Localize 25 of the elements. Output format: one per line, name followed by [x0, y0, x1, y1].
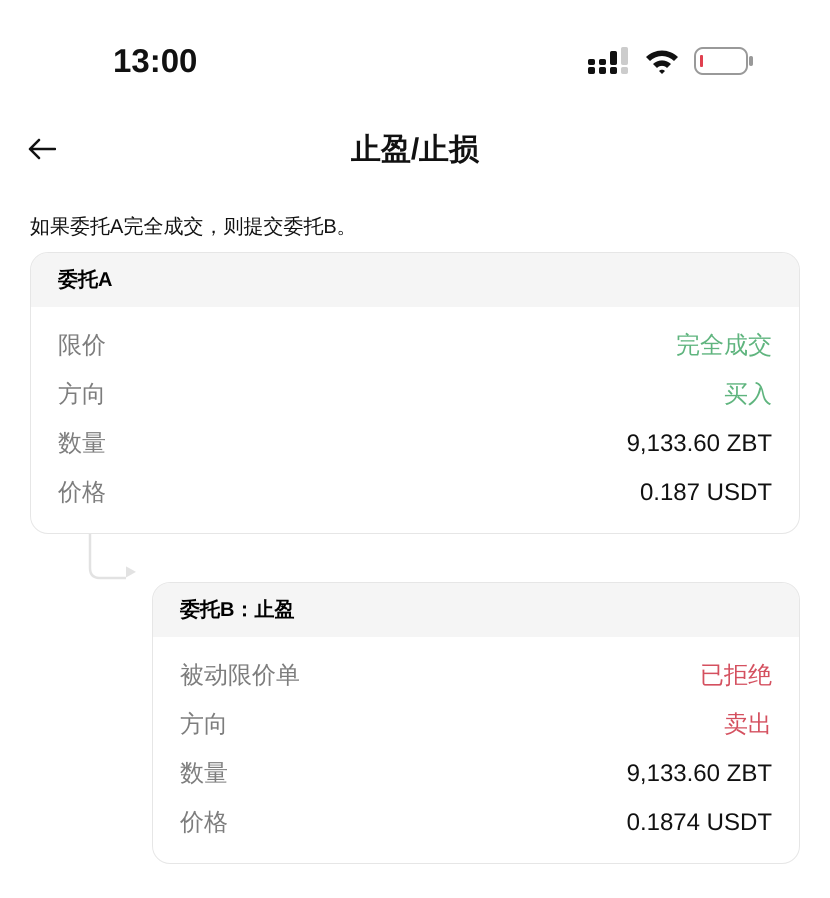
signal-icon [588, 47, 630, 75]
field-label: 被动限价单 [180, 660, 300, 690]
field-value: 完全成交 [676, 330, 772, 360]
field-value: 0.1874 USDT [626, 808, 772, 838]
field-label: 数量 [58, 428, 106, 458]
status-time: 13:00 [113, 41, 198, 82]
field-value: 卖出 [724, 710, 772, 740]
order-title: 委托B：止盈 [180, 598, 294, 623]
field-label: 数量 [180, 758, 228, 788]
order-title: 委托A [58, 268, 112, 293]
field-value: 0.187 USDT [640, 478, 772, 508]
field-value: 已拒绝 [700, 660, 772, 690]
field-label: 价格 [58, 478, 106, 508]
field-value: 买入 [724, 380, 772, 410]
description-text: 如果委托A完全成交，则提交委托B。 [30, 216, 357, 238]
field-label: 价格 [180, 808, 228, 838]
field-value: 9,133.60 ZBT [626, 428, 772, 458]
field-value: 9,133.60 ZBT [626, 758, 772, 788]
wifi-icon [644, 48, 680, 74]
field-label: 限价 [58, 330, 106, 360]
battery-icon [694, 47, 754, 75]
back-arrow-icon[interactable] [28, 138, 56, 160]
page-title: 止盈/止损 [350, 132, 480, 168]
field-label: 方向 [58, 380, 106, 410]
field-label: 方向 [180, 710, 228, 740]
